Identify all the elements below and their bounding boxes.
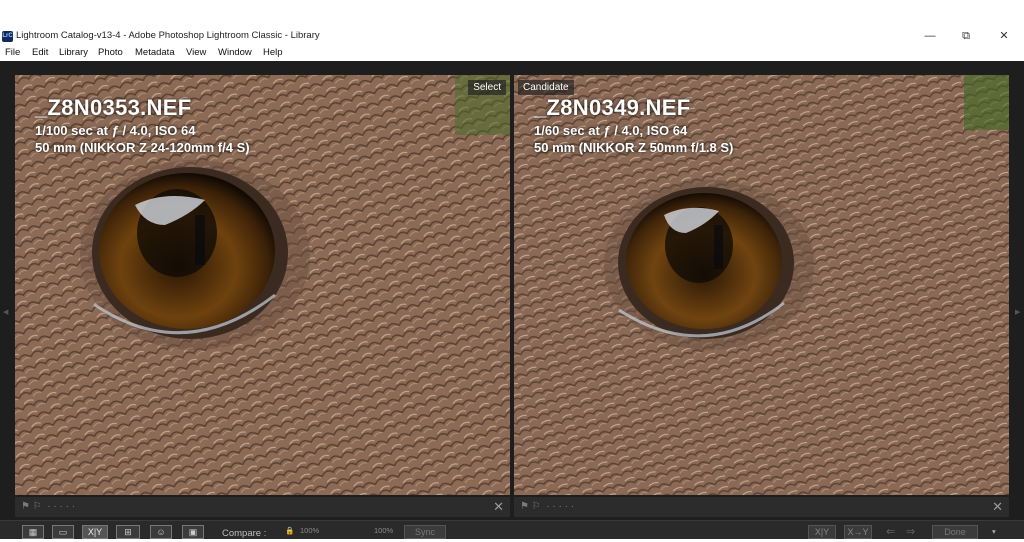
select-info-overlay: _Z8N0353.NEF 1/100 sec at ƒ / 4.0, ISO 6… xyxy=(35,95,250,155)
next-arrow-icon[interactable]: ⇒ xyxy=(906,525,915,539)
sync-button[interactable]: Sync xyxy=(404,525,446,539)
menu-library[interactable]: Library xyxy=(59,47,88,58)
menu-bar: File Edit Library Photo Metadata View Wi… xyxy=(0,45,1024,61)
toolbar-menu-chevron-icon[interactable]: ▾ xyxy=(992,527,996,541)
candidate-close-icon[interactable]: ✕ xyxy=(992,499,1003,515)
menu-view[interactable]: View xyxy=(186,47,206,58)
loupe-view-icon[interactable]: ▭ xyxy=(52,525,74,539)
select-flag-icons[interactable]: ⚑ ⚐ · · · · · xyxy=(21,501,75,512)
minimize-button[interactable]: — xyxy=(920,28,940,45)
menu-photo[interactable]: Photo xyxy=(98,47,123,58)
menu-metadata[interactable]: Metadata xyxy=(135,47,175,58)
survey-view-icon[interactable]: ⊞ xyxy=(116,525,140,539)
select-lens: 50 mm (NIKKOR Z 24-120mm f/4 S) xyxy=(35,140,250,155)
compare-label: Compare : xyxy=(222,528,267,539)
menu-file[interactable]: File xyxy=(5,47,20,58)
window-title: Lightroom Catalog-v13-4 - Adobe Photosho… xyxy=(16,30,320,41)
select-exposure: 1/100 sec at ƒ / 4.0, ISO 64 xyxy=(35,123,196,138)
candidate-label: Candidate xyxy=(518,80,574,95)
restore-button[interactable]: ⧉ xyxy=(956,28,976,45)
menu-edit[interactable]: Edit xyxy=(32,47,48,58)
candidate-filename: _Z8N0349.NEF xyxy=(534,95,691,120)
swap-button[interactable]: X|Y xyxy=(808,525,836,539)
select-label: Select xyxy=(468,80,506,95)
menu-help[interactable]: Help xyxy=(263,47,283,58)
candidate-pane-footer: ⚑ ⚐ · · · · · ✕ xyxy=(514,497,1009,517)
previous-arrow-icon[interactable]: ⇐ xyxy=(886,525,895,539)
select-close-icon[interactable]: ✕ xyxy=(493,499,504,515)
library-toolbar: ▦ ▭ X|Y ⊞ ☺ ▣ Compare : 🔒 100% 100% Sync… xyxy=(0,520,1024,539)
candidate-flag-icons[interactable]: ⚑ ⚐ · · · · · xyxy=(520,501,574,512)
compare-view-button[interactable]: X|Y xyxy=(82,525,108,539)
people-view-icon[interactable]: ☺ xyxy=(150,525,172,539)
done-button[interactable]: Done xyxy=(932,525,978,539)
close-window-button[interactable]: ✕ xyxy=(994,28,1014,45)
left-panel-toggle-icon[interactable]: ◀ xyxy=(3,308,8,316)
menu-window[interactable]: Window xyxy=(218,47,252,58)
candidate-lens: 50 mm (NIKKOR Z 50mm f/1.8 S) xyxy=(534,140,734,155)
right-panel-toggle-icon[interactable]: ▶ xyxy=(1015,308,1020,316)
select-pane-footer: ⚑ ⚐ · · · · · ✕ xyxy=(15,497,510,517)
candidate-exposure: 1/60 sec at ƒ / 4.0, ISO 64 xyxy=(534,123,688,138)
secondary-display-icon[interactable]: ▣ xyxy=(182,525,204,539)
title-bar: LrC Lightroom Catalog-v13-4 - Adobe Phot… xyxy=(0,28,1024,45)
select-photo-pane[interactable]: Select _Z8N0353.NEF 1/100 sec at ƒ / 4.0… xyxy=(15,75,510,495)
select-filename: _Z8N0353.NEF xyxy=(35,95,192,120)
compare-view: ◀ ▶ Select _Z8N0353.NEF 1/100 sec at ƒ /… xyxy=(0,61,1024,539)
make-select-button[interactable]: X→Y xyxy=(844,525,872,539)
candidate-info-overlay: _Z8N0349.NEF 1/60 sec at ƒ / 4.0, ISO 64… xyxy=(534,95,733,155)
grid-view-icon[interactable]: ▦ xyxy=(22,525,44,539)
candidate-photo-pane[interactable]: Candidate _Z8N0349.NEF 1/60 sec at ƒ / 4… xyxy=(514,75,1009,495)
lightroom-app-icon: LrC xyxy=(2,31,13,42)
